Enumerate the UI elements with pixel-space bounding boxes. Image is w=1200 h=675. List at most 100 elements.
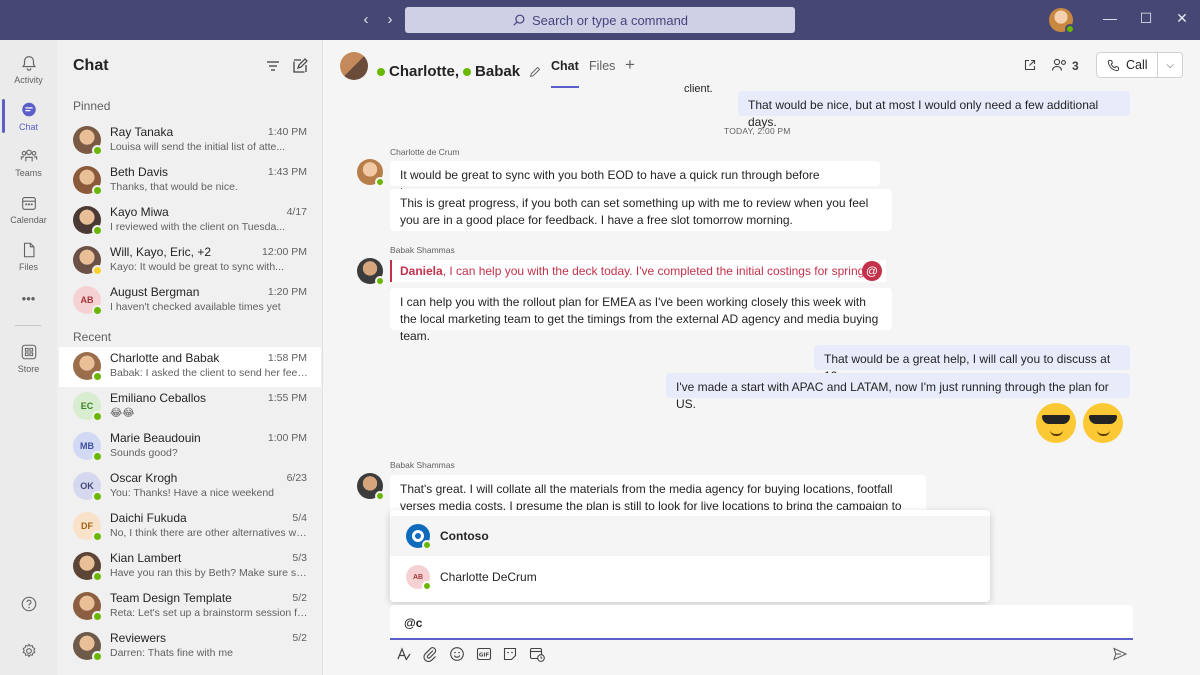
chevron-right-icon[interactable]: › [382,11,398,28]
people-icon[interactable] [1051,57,1068,73]
rail-item-teams[interactable]: Teams [0,139,57,185]
rail-label: Chat [18,121,38,132]
avatar-initials: AB [80,295,94,305]
rail-item-activity[interactable]: Activity [0,46,57,92]
participant-name: Babak [475,63,521,80]
chevron-left-icon[interactable]: ‹ [358,11,374,28]
more-icon: ••• [21,290,36,306]
sender-avatar [357,159,385,187]
call-main-button[interactable]: Call [1097,53,1159,77]
chat-item-time: 5/2 [292,592,307,604]
format-icon[interactable] [396,646,412,662]
message-bubble-out: That would be a great help, I will call … [814,345,1130,383]
contact-avatar [73,592,103,622]
chat-item-time: 1:00 PM [267,432,307,444]
chat-list-item[interactable]: Charlotte and Babak 1:58 PM Babak: I asked… [59,347,321,387]
presence-indicator [92,651,103,662]
message-sender: Babak Shammas [390,245,455,255]
avatar-initials: MB [80,441,94,451]
compose-box[interactable]: @c [390,605,1133,640]
compose-input[interactable]: @c [404,616,422,630]
edit-pencil-icon[interactable] [528,65,542,79]
chat-list-item[interactable]: Team Design Template 5/2 Reta: Let's set u… [59,587,321,627]
message-bubble-in: It would be great to sync with you both … [390,161,880,199]
mention-suggestion-contoso[interactable]: Contoso [390,516,990,556]
search-input[interactable]: Search or type a command [405,7,795,33]
filter-icon[interactable] [264,57,282,75]
rail-item-files[interactable]: Files [0,233,57,279]
help-button[interactable] [0,581,57,627]
chat-item-time: 1:40 PM [267,126,307,138]
chat-item-name: Marie Beaudouin [110,431,201,445]
chat-list-item[interactable]: Kian Lambert 5/3 Have you ran this by Beth… [59,547,321,587]
send-icon[interactable] [1112,646,1128,662]
schedule-meeting-icon[interactable] [529,646,545,662]
chat-list-item[interactable]: Reviewers 5/2 Darren: Thats fine with me [59,627,321,667]
chat-list-item[interactable]: Ray Tanaka 1:40 PM Louisa will send the in… [59,121,321,161]
message-sender: Babak Shammas [390,460,455,470]
chat-list-item[interactable]: EC Emiliano Ceballos 1:55 PM 😂😂 [59,387,321,427]
rail-item-store[interactable]: Store [0,335,57,381]
chat-item-name: Emiliano Ceballos [110,391,207,405]
chat-item-preview: Darren: Thats fine with me [110,647,233,659]
minimize-icon[interactable]: — [1100,10,1120,26]
chat-item-name: Team Design Template [110,591,232,605]
presence-indicator [92,305,103,316]
gif-icon[interactable]: GIF [476,646,492,662]
mention-suggestion-charlotte[interactable]: AB Charlotte DeCrum [390,557,990,597]
chat-list-item[interactable]: Will, Kayo, Eric, +2 12:00 PM Kayo: It wou… [59,241,321,281]
contact-avatar: EC [73,392,103,422]
rail-item-calendar[interactable]: Calendar [0,186,57,232]
rail-label: Store [17,363,40,374]
chat-item-preview: Have you ran this by Beth? Make sure she… [110,567,310,579]
chat-item-time: 1:58 PM [267,352,307,364]
pop-out-icon[interactable] [1023,58,1037,72]
contact-avatar [73,552,103,582]
message-bubble-in: I can help you with the rollout plan for… [390,288,892,343]
tab-files[interactable]: Files [589,59,615,73]
gear-icon [22,643,35,658]
chat-list-item[interactable]: MB Marie Beaudouin 1:00 PM Sounds good? [59,427,321,467]
close-icon[interactable]: ✕ [1172,10,1192,27]
chat-list-item[interactable]: Kayo Miwa 4/17 I reviewed with the client … [59,201,321,241]
chat-item-preview: Louisa will send the initial list of att… [110,141,286,153]
new-chat-icon[interactable] [291,57,309,75]
chat-list-item[interactable]: DF Daichi Fukuda 5/4 No, I think there are … [59,507,321,547]
presence-available-icon [463,67,472,76]
attach-icon[interactable] [422,646,438,663]
call-button[interactable]: Call ⌵ [1096,52,1183,78]
tab-chat[interactable]: Chat [551,59,579,88]
settings-button[interactable] [0,628,57,674]
maximize-icon[interactable]: ☐ [1136,10,1156,27]
participant-name: Charlotte, [389,63,460,80]
chevron-down-icon[interactable]: ⌵ [1158,60,1182,71]
presence-indicator [92,265,103,276]
chat-list-item[interactable]: Beth Davis 1:43 PM Thanks, that would be n… [59,161,321,201]
chat-item-name: Ray Tanaka [110,125,174,139]
suggestion-label: Contoso [440,529,489,543]
at-mention-icon: @ [862,261,882,281]
contact-avatar [73,632,103,662]
more-apps-button[interactable]: ••• [0,275,57,321]
chat-item-name: Reviewers [110,631,167,645]
avatar-initials: DF [81,521,93,531]
avatar-initials: EC [80,401,94,411]
contact-avatar [73,352,103,382]
sticker-icon[interactable] [502,646,518,662]
rail-label: Calendar [10,214,47,225]
chat-item-name: Charlotte and Babak [110,351,220,365]
mention-name[interactable]: Daniela [400,264,443,278]
presence-indicator [92,531,103,542]
user-avatar[interactable] [1049,8,1075,34]
chat-participants[interactable]: Charlotte, Babak [377,63,542,80]
message-bubble-out: I've made a start with APAC and LATAM, n… [666,373,1130,411]
chat-item-time: 1:55 PM [267,392,307,404]
emoji-icon[interactable] [449,646,465,662]
chat-list-item[interactable]: AB August Bergman 1:20 PM I haven't checked… [59,281,321,321]
chat-header: Charlotte, Babak Chat Files + 3 Call ⌵ [323,40,1200,92]
rail-item-chat[interactable]: Chat [0,93,57,139]
chat-list-item[interactable]: OK Oscar Krogh 6/23 You: Thanks! Have a nic… [59,467,321,507]
contact-avatar [73,206,103,236]
add-tab-icon[interactable]: + [625,55,635,75]
avatar-initials: AB [412,573,424,581]
